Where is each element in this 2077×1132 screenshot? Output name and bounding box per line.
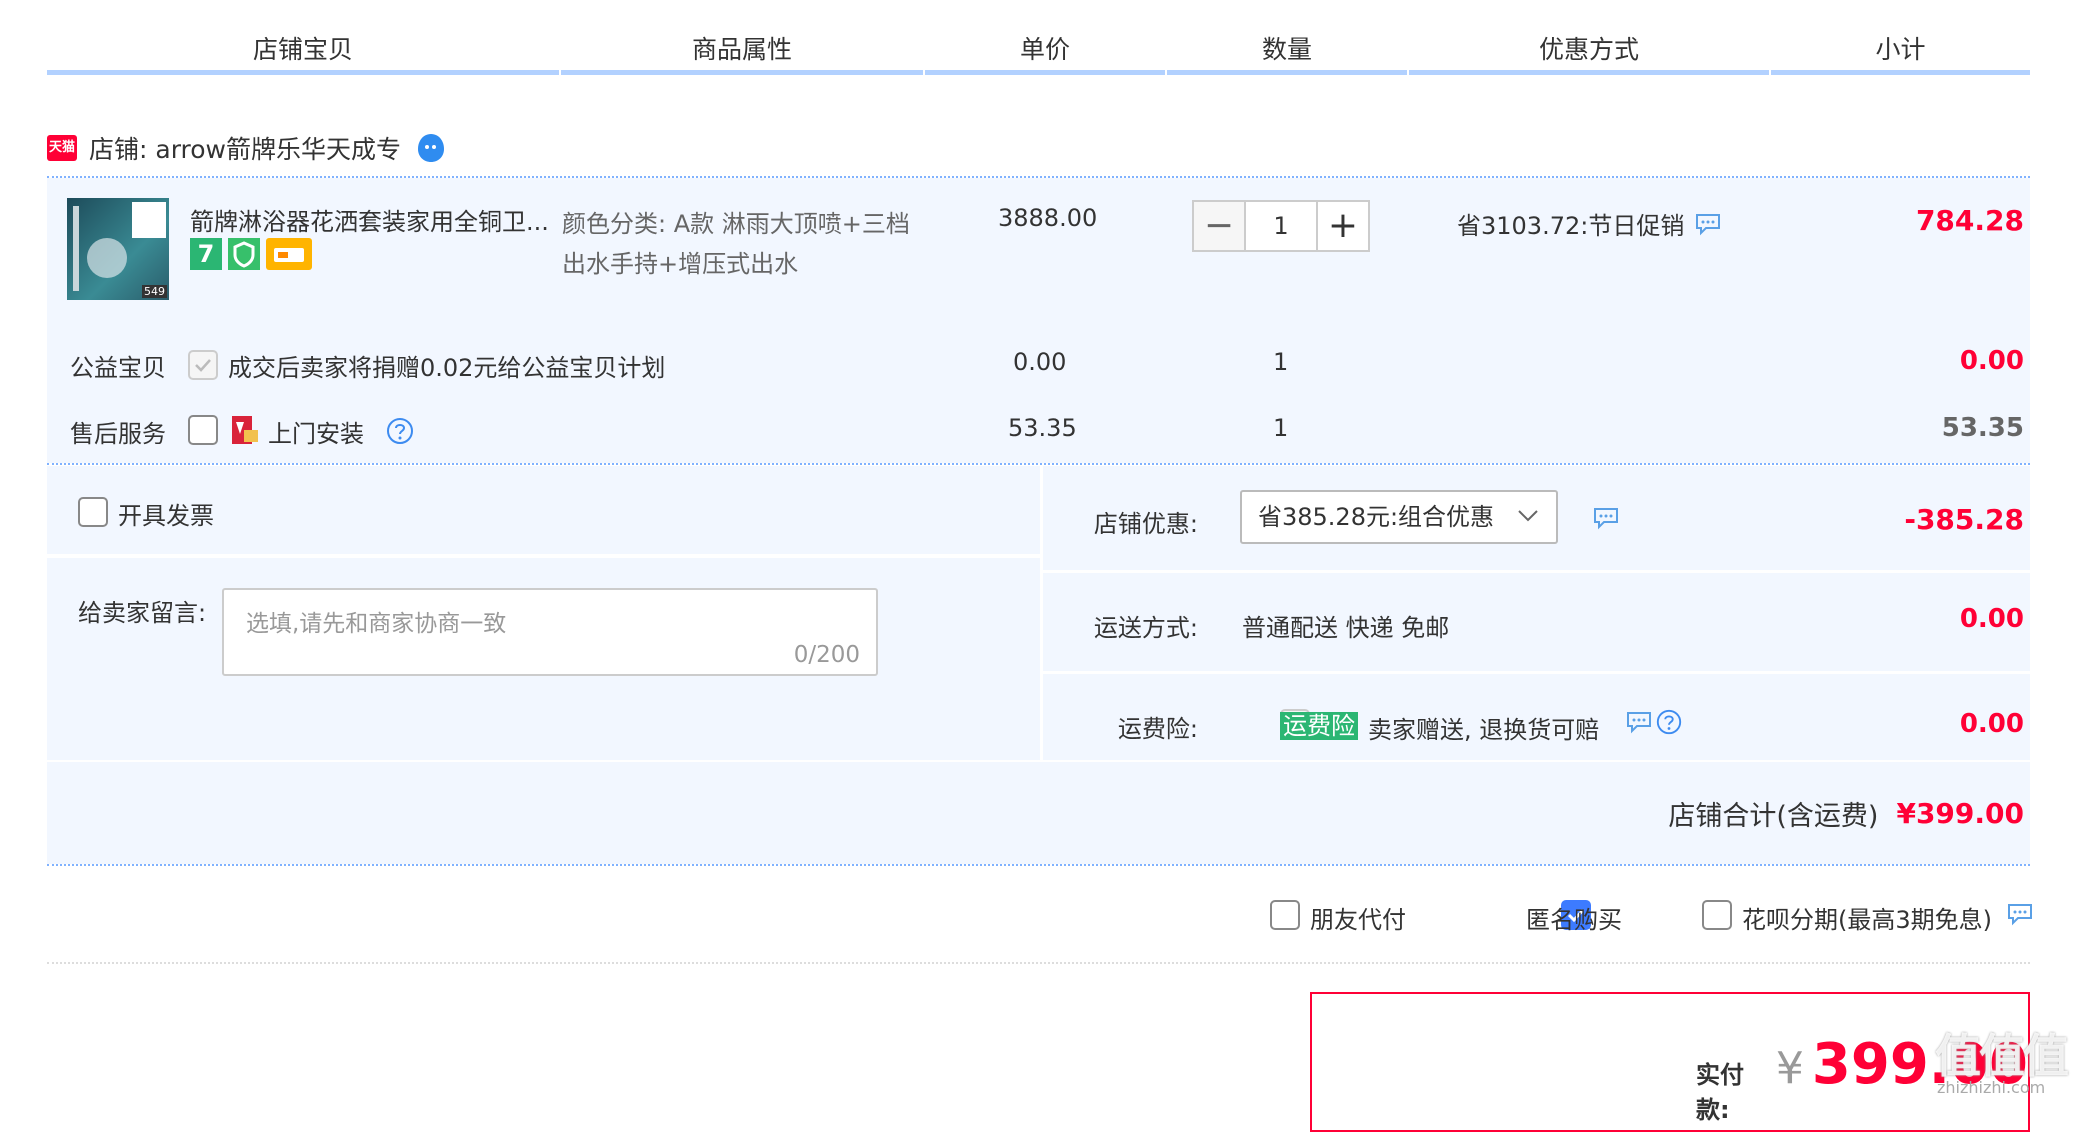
- divider: [47, 463, 2030, 465]
- message-counter: 0/200: [793, 642, 860, 668]
- friend-pay-label: 朋友代付: [1310, 906, 1406, 934]
- huabei-installment-checkbox[interactable]: [1702, 900, 1732, 930]
- shipping-amount: 0.00: [1959, 604, 2024, 634]
- quantity-increment-button[interactable]: +: [1316, 200, 1370, 252]
- insurance-amount: 0.00: [1959, 709, 2024, 739]
- unit-price: 3888.00: [998, 204, 1098, 232]
- col-header-discount: 优惠方式: [1409, 30, 1769, 75]
- install-service-label: 上门安装: [268, 420, 364, 448]
- shield-guarantee-icon: [228, 238, 260, 270]
- shop-discount-amount: -385.28: [1904, 503, 2024, 536]
- wangwang-chat-icon[interactable]: [415, 132, 447, 164]
- shop-total: 店铺合计(含运费) ¥399.00: [1668, 794, 2024, 833]
- col-header-attributes: 商品属性: [561, 30, 923, 75]
- message-placeholder: 选填,请先和商家协商一致: [246, 611, 507, 637]
- table-header: 店铺宝贝 商品属性 单价 数量 优惠方式 小计: [47, 30, 2030, 75]
- comment-icon[interactable]: [2006, 902, 2034, 926]
- seller-message-textarea[interactable]: 选填,请先和商家协商一致 0/200: [222, 588, 878, 676]
- help-icon[interactable]: [1655, 708, 1683, 736]
- quantity-decrement-button[interactable]: −: [1192, 200, 1246, 252]
- divider: [47, 864, 2030, 866]
- col-header-unit-price: 单价: [925, 30, 1165, 75]
- install-service-price: 53.35: [1008, 414, 1077, 442]
- seven-day-return-icon: 7: [190, 238, 222, 270]
- shipping-label: 运送方式:: [1093, 614, 1198, 642]
- chevron-down-icon: [1518, 510, 1538, 522]
- charity-checkbox[interactable]: [188, 350, 218, 380]
- charity-price: 0.00: [1013, 348, 1067, 376]
- product-title-link[interactable]: 箭牌淋浴器花洒套装家用全铜卫...: [190, 202, 560, 237]
- shop-discount-label: 店铺优惠:: [1093, 510, 1198, 538]
- invoice-checkbox[interactable]: [78, 497, 108, 527]
- anonymous-purchase-label: 匿名购买: [1526, 906, 1622, 934]
- divider: [47, 962, 2030, 964]
- help-icon[interactable]: [385, 416, 415, 446]
- comment-icon[interactable]: [1694, 212, 1722, 236]
- service-badges: 7: [190, 238, 312, 270]
- install-service-quantity: 1: [1273, 414, 1289, 442]
- payment-label: 实付款:: [1696, 1061, 1744, 1124]
- comment-icon[interactable]: [1625, 710, 1653, 734]
- quantity-input[interactable]: 1: [1246, 200, 1316, 252]
- watermark-url: zhizhizhi.com: [1937, 1078, 2046, 1097]
- shop-total-amount: ¥399.00: [1896, 797, 2024, 830]
- credit-card-icon: [266, 238, 312, 270]
- charity-quantity: 1: [1273, 348, 1289, 376]
- shop-name-link[interactable]: 店铺: arrow箭牌乐华天成专: [89, 130, 401, 166]
- col-header-quantity: 数量: [1167, 30, 1407, 75]
- col-header-shop-item: 店铺宝贝: [47, 30, 559, 75]
- insurance-tag: 运费险: [1280, 706, 1358, 741]
- shipping-method: 普通配送 快递 免邮: [1242, 614, 1450, 642]
- insurance-description: 卖家赠送, 退换货可赔: [1368, 716, 1600, 744]
- charity-description: 成交后卖家将捐赠0.02元给公益宝贝计划: [228, 354, 666, 382]
- tmall-icon: 天猫: [47, 135, 77, 161]
- shop-total-label: 店铺合计(含运费): [1668, 801, 1879, 832]
- promotion: 省3103.72:节日促销: [1457, 206, 1722, 241]
- charity-label: 公益宝贝: [70, 354, 166, 382]
- friend-pay-checkbox[interactable]: [1270, 900, 1300, 930]
- shop-discount-select[interactable]: 省385.28元:组合优惠: [1240, 490, 1558, 544]
- install-service-subtotal: 53.35: [1941, 413, 2024, 443]
- col-header-subtotal: 小计: [1771, 30, 2030, 75]
- install-service-checkbox[interactable]: [188, 415, 218, 445]
- aftersales-label: 售后服务: [70, 420, 166, 448]
- charity-subtotal: 0.00: [1959, 346, 2024, 376]
- promotion-text: 省3103.72:节日促销: [1457, 212, 1685, 240]
- currency-symbol: ¥: [1775, 1043, 1804, 1094]
- product-attributes: 颜色分类: A款 淋雨大顶喷+三档 出水手持+增压式出水: [562, 210, 910, 278]
- install-service-icon: [230, 414, 260, 446]
- insurance-label: 运费险:: [1117, 715, 1198, 743]
- huabei-installment-label: 花呗分期(最高3期免息): [1742, 906, 1992, 934]
- payment-summary: 实付款: ¥ 399.00: [1310, 992, 2030, 1132]
- product-thumbnail[interactable]: 549: [67, 198, 169, 300]
- item-subtotal: 784.28: [1915, 204, 2024, 237]
- shop-row: 天猫 店铺: arrow箭牌乐华天成专: [47, 128, 447, 168]
- comment-icon[interactable]: [1592, 506, 1620, 530]
- invoice-label: 开具发票: [118, 502, 214, 530]
- shop-discount-selected: 省385.28元:组合优惠: [1258, 503, 1495, 531]
- watermark-logo: 值值值: [1935, 1029, 2069, 1083]
- quantity-stepper: − 1 +: [1192, 200, 1370, 252]
- message-label: 给卖家留言:: [78, 599, 207, 627]
